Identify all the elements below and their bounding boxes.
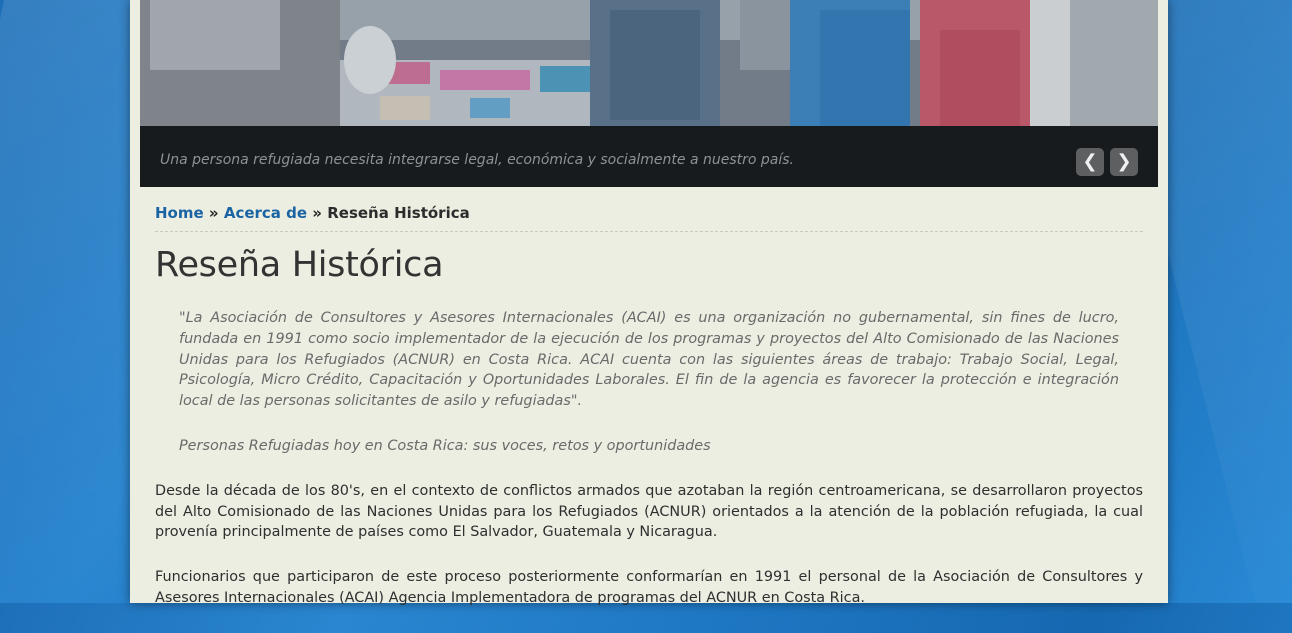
slider-photo <box>140 0 1158 126</box>
quote-subtitle: Personas Refugiadas hoy en Costa Rica: s… <box>179 437 711 454</box>
breadcrumb-current: Reseña Histórica <box>327 204 470 222</box>
intro-quote: "La Asociación de Consultores y Asesores… <box>179 308 1119 457</box>
chevron-left-icon: ❮ <box>1082 151 1098 172</box>
slider-caption: Una persona refugiada necesita integrars… <box>160 152 795 168</box>
quote-paragraph: "La Asociación de Consultores y Asesores… <box>179 310 1119 410</box>
breadcrumb-home-link[interactable]: Home <box>155 204 204 222</box>
article-body: Desde la década de los 80's, en el conte… <box>155 481 1143 609</box>
body-paragraph: Desde la década de los 80's, en el conte… <box>155 482 1143 541</box>
slider-next-button[interactable]: ❯ <box>1110 148 1138 176</box>
slider-caption-bar: Una persona refugiada necesita integrars… <box>140 126 1158 187</box>
breadcrumb-separator: » <box>208 204 219 222</box>
page-title: Reseña Histórica <box>155 245 444 285</box>
page-container: Una persona refugiada necesita integrars… <box>130 0 1168 606</box>
breadcrumb: Home » Acerca de » Reseña Histórica <box>155 187 1143 232</box>
breadcrumb-separator: » <box>312 204 322 222</box>
image-slider: Una persona refugiada necesita integrars… <box>140 0 1158 187</box>
slider-prev-button[interactable]: ❮ <box>1076 148 1104 176</box>
breadcrumb-about-link[interactable]: Acerca de <box>224 204 307 222</box>
main-content: Home » Acerca de » Reseña Histórica Rese… <box>155 187 1143 633</box>
chevron-right-icon: ❯ <box>1116 151 1132 172</box>
